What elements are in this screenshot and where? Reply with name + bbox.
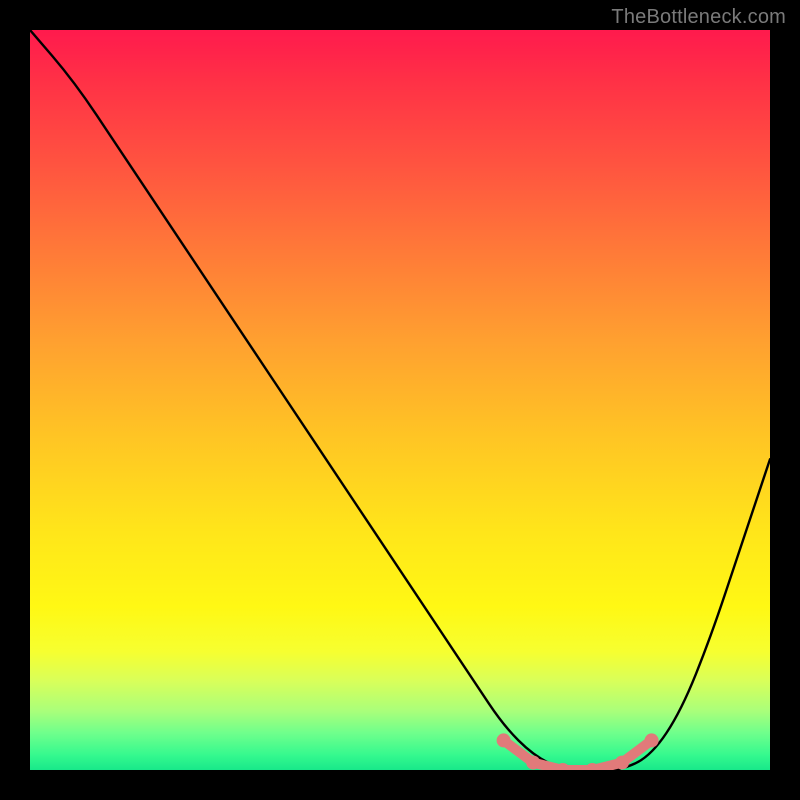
marker-connector bbox=[504, 740, 652, 770]
plot-area bbox=[30, 30, 770, 770]
marker-dot bbox=[526, 756, 540, 770]
marker-dot bbox=[615, 756, 629, 770]
attribution-label: TheBottleneck.com bbox=[611, 6, 786, 29]
chart-frame: TheBottleneck.com bbox=[0, 0, 800, 800]
marker-dot bbox=[497, 733, 511, 747]
marker-dot bbox=[645, 733, 659, 747]
optimal-range-markers bbox=[30, 30, 770, 770]
